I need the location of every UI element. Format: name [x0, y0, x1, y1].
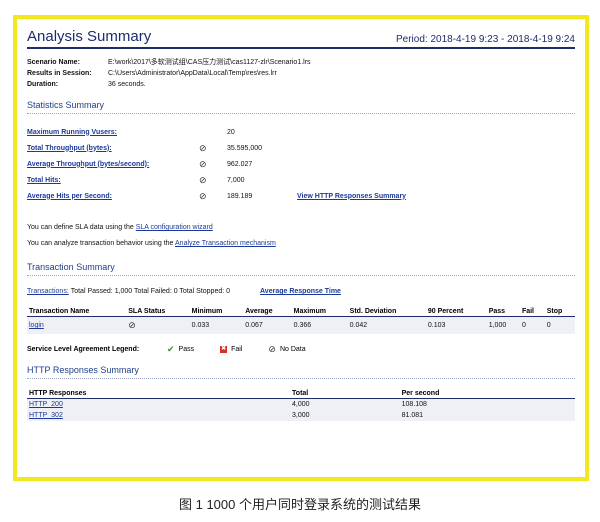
stat-link-avg-hits[interactable]: Average Hits per Second:: [27, 193, 112, 200]
statistics-summary-heading: Statistics Summary: [27, 100, 575, 114]
report-frame: Analysis Summary Period: 2018-4-19 9:23 …: [13, 15, 589, 481]
transactions-line: Transactions: Total Passed: 1,000 Total …: [27, 288, 575, 295]
report-title: Analysis Summary: [27, 28, 152, 45]
stat-row: Total Throughput (bytes): ⊘ 35.595,000: [27, 140, 575, 156]
legend-pass-label: Pass: [178, 346, 195, 353]
stat-value: 962.027: [227, 160, 253, 168]
col-header: SLA Status: [126, 307, 190, 317]
transaction-header-row: Transaction Name SLA Status Minimum Aver…: [27, 307, 575, 317]
table-row: login ⊘ 0.033 0.067 0.366 0.042 0.103 1,…: [27, 316, 575, 334]
cell-pass: 1,000: [486, 316, 520, 334]
stat-value: 35.595,000: [227, 144, 263, 152]
table-row: HTTP_200 4,000 108.108: [27, 398, 575, 410]
col-header: Per second: [399, 389, 575, 399]
col-header: Minimum: [189, 307, 244, 317]
no-data-icon: ⊘: [199, 142, 207, 153]
cell-total: 3,000: [290, 410, 400, 421]
legend-fail-label: Fail: [231, 346, 243, 353]
no-data-icon: ⊘: [128, 320, 136, 330]
transaction-summary-heading: Transaction Summary: [27, 262, 575, 276]
meta-results: Results in Session: C:\Users\Administrat…: [27, 68, 575, 79]
cell-total: 4,000: [290, 398, 400, 410]
sla-wizard-link[interactable]: SLA configuration wizard: [136, 224, 213, 231]
http-responses-heading: HTTP Responses Summary: [27, 365, 575, 379]
cell-per-second: 81.081: [399, 410, 575, 421]
fail-icon: ✖: [220, 346, 228, 353]
stat-row: Average Hits per Second: ⊘ 189.189 View …: [27, 188, 575, 204]
legend-fail: ✖ Fail: [220, 346, 242, 353]
http-code-link[interactable]: HTTP_200: [29, 401, 63, 408]
report-header: Analysis Summary Period: 2018-4-19 9:23 …: [27, 25, 575, 49]
cell-fail: 0: [519, 316, 545, 334]
col-header: Pass: [486, 307, 520, 317]
cell-std: 0.042: [347, 316, 426, 334]
report-period: Period: 2018-4-19 9:23 - 2018-4-19 9:24: [395, 34, 575, 45]
sla-line-2: You can analyze transaction behavior usi…: [27, 236, 575, 252]
col-header: Total: [290, 389, 400, 399]
col-header: Stop: [544, 307, 575, 317]
table-row: HTTP_302 3,000 81.081: [27, 410, 575, 421]
cell-p90: 0.103: [425, 316, 487, 334]
col-header: Maximum: [291, 307, 348, 317]
meta-value: C:\Users\Administrator\AppData\Local\Tem…: [108, 70, 277, 77]
sla-legend: Service Level Agreement Legend: ✔ Pass ✖…: [27, 344, 575, 355]
no-data-icon: ⊘: [199, 158, 207, 169]
http-header-row: HTTP Responses Total Per second: [27, 389, 575, 399]
sla-line-1: You can define SLA data using the SLA co…: [27, 220, 575, 236]
sla-info: You can define SLA data using the SLA co…: [27, 220, 575, 252]
legend-title: Service Level Agreement Legend:: [27, 346, 140, 353]
col-header: Average: [243, 307, 292, 317]
transactions-totals: Total Passed: 1,000 Total Failed: 0 Tota…: [70, 288, 231, 295]
cell-stop: 0: [544, 316, 575, 334]
meta-key: Results in Session:: [27, 70, 92, 77]
meta-scenario: Scenario Name: E:\work\2017\多软测试组\CAS压力测…: [27, 57, 575, 68]
analysis-report: Analysis Summary Period: 2018-4-19 9:23 …: [27, 25, 575, 421]
cell-per-second: 108.108: [399, 398, 575, 410]
col-header: Transaction Name: [27, 307, 127, 317]
meta-value: E:\work\2017\多软测试组\CAS压力测试\cas1127-zlr\S…: [108, 59, 311, 66]
meta-key: Duration:: [27, 81, 59, 88]
http-responses-table: HTTP Responses Total Per second HTTP_200…: [27, 389, 575, 421]
sla-text: You can define SLA data using the: [27, 224, 134, 231]
statistics-table: Maximum Running Vusers: 20 Total Through…: [27, 124, 575, 204]
legend-nodata: ⊘ No Data: [268, 344, 305, 355]
transactions-link[interactable]: Transactions:: [27, 288, 69, 295]
cell-maximum: 0.366: [291, 316, 348, 334]
no-data-icon: ⊘: [199, 190, 207, 201]
analyze-transaction-link[interactable]: Analyze Transaction mechanism: [175, 240, 276, 247]
col-header: Std. Deviation: [347, 307, 426, 317]
transaction-name-link[interactable]: login: [29, 322, 44, 329]
stat-value: 20: [227, 128, 235, 136]
stat-link-total-throughput[interactable]: Total Throughput (bytes):: [27, 145, 112, 152]
stat-link-max-vusers[interactable]: Maximum Running Vusers:: [27, 129, 117, 136]
cell-minimum: 0.033: [189, 316, 244, 334]
report-meta: Scenario Name: E:\work\2017\多软测试组\CAS压力测…: [27, 57, 575, 90]
meta-duration: Duration: 36 seconds.: [27, 79, 575, 90]
figure-caption: 图 1 1000 个用户同时登录系统的测试结果: [179, 497, 421, 512]
col-header: 90 Percent: [425, 307, 487, 317]
legend-pass: ✔ Pass: [167, 344, 194, 355]
view-http-responses-link[interactable]: View HTTP Responses Summary: [297, 193, 406, 200]
stat-value: 7,000: [227, 176, 245, 184]
stat-value: 189.189: [227, 192, 253, 200]
no-data-icon: ⊘: [268, 344, 276, 354]
col-header: HTTP Responses: [27, 389, 291, 399]
meta-key: Scenario Name:: [27, 59, 80, 66]
transaction-table: Transaction Name SLA Status Minimum Aver…: [27, 307, 575, 334]
legend-nodata-label: No Data: [279, 346, 306, 353]
stat-row: Average Throughput (bytes/second): ⊘ 962…: [27, 156, 575, 172]
no-data-icon: ⊘: [199, 174, 207, 185]
http-code-link[interactable]: HTTP_302: [29, 412, 63, 419]
check-icon: ✔: [167, 344, 175, 354]
col-header: Fail: [519, 307, 545, 317]
stat-link-avg-throughput[interactable]: Average Throughput (bytes/second):: [27, 161, 149, 168]
sla-text: You can analyze transaction behavior usi…: [27, 240, 174, 247]
meta-value: 36 seconds.: [108, 81, 146, 88]
stat-row: Total Hits: ⊘ 7,000: [27, 172, 575, 188]
stat-link-total-hits[interactable]: Total Hits:: [27, 177, 61, 184]
stat-row: Maximum Running Vusers: 20: [27, 124, 575, 140]
average-response-time-link[interactable]: Average Response Time: [260, 288, 341, 295]
cell-average: 0.067: [243, 316, 292, 334]
